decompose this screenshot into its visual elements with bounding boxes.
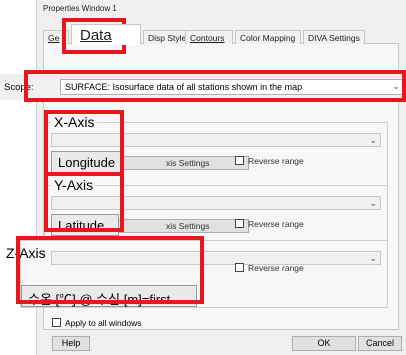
y-axis-title: Y-Axis [51,177,97,193]
chevron-down-icon: ⌄ [392,81,400,91]
tab-diva-settings-label: DIVA Settings [308,33,360,43]
x-axis-settings-button[interactable]: xis Settings [115,156,249,170]
cancel-button[interactable]: Cancel [358,336,402,351]
checkbox-icon [52,318,61,327]
z-reverse-range-checkbox[interactable]: Reverse range [235,263,304,273]
y-axis-value: Latitude [51,214,119,236]
tab-color-mapping-label: Color Mapping [240,33,296,43]
checkbox-icon [235,156,244,165]
tab-diva-settings[interactable]: DIVA Settings [303,30,365,44]
window-title: Properties Window 1 [43,4,117,13]
help-button[interactable]: Help [52,336,90,351]
apply-all-windows-checkbox[interactable]: Apply to all windows [52,318,142,328]
tab-strip: Ge Data Disp Style Contours Color Mappin… [43,24,399,45]
scope-label: Scope: [4,82,34,93]
scope-row: Scope: SURFACE: Isosurface data of all s… [0,74,406,100]
ok-button[interactable]: OK [292,336,356,351]
chevron-down-icon: ⌄ [369,253,377,263]
apply-all-windows-label: Apply to all windows [65,318,142,328]
z-axis-group: ⌄ Reverse range Z-Axis 수온 [℃] @ 수심 [m]=f… [6,240,388,308]
tab-contours[interactable]: Contours [185,30,233,44]
tab-color-mapping[interactable]: Color Mapping [235,30,301,44]
tab-display-style-label: Disp Style [148,33,187,43]
y-axis-dropdown[interactable]: ⌄ [51,196,381,210]
scope-dropdown[interactable]: SURFACE: Isosurface data of all stations… [60,79,404,95]
z-axis-dropdown[interactable]: ⌄ [51,251,381,265]
tab-general[interactable]: Ge [43,30,69,44]
x-reverse-range-label: Reverse range [248,156,304,166]
x-axis-dropdown[interactable]: ⌄ [51,133,381,147]
tab-data-label: Data [80,27,112,44]
scope-value: SURFACE: Isosurface data of all stations… [65,82,303,92]
z-axis-title: Z-Axis [6,245,46,261]
x-reverse-range-checkbox[interactable]: Reverse range [235,156,304,166]
tab-data[interactable]: Data [71,24,141,45]
x-axis-title: X-Axis [51,114,98,130]
checkbox-icon [235,219,244,228]
y-axis-settings-button[interactable]: xis Settings [115,219,249,233]
tab-contours-label: Contours [190,33,225,43]
z-axis-value: 수온 [℃] @ 수심 [m]=first [21,285,197,307]
z-reverse-range-label: Reverse range [248,263,304,273]
checkbox-icon [235,263,244,272]
chevron-down-icon: ⌄ [369,135,377,145]
x-axis-value: Longitude [51,151,121,173]
y-reverse-range-label: Reverse range [248,219,304,229]
tab-general-label: Ge [48,33,60,43]
y-reverse-range-checkbox[interactable]: Reverse range [235,219,304,229]
chevron-down-icon: ⌄ [369,198,377,208]
